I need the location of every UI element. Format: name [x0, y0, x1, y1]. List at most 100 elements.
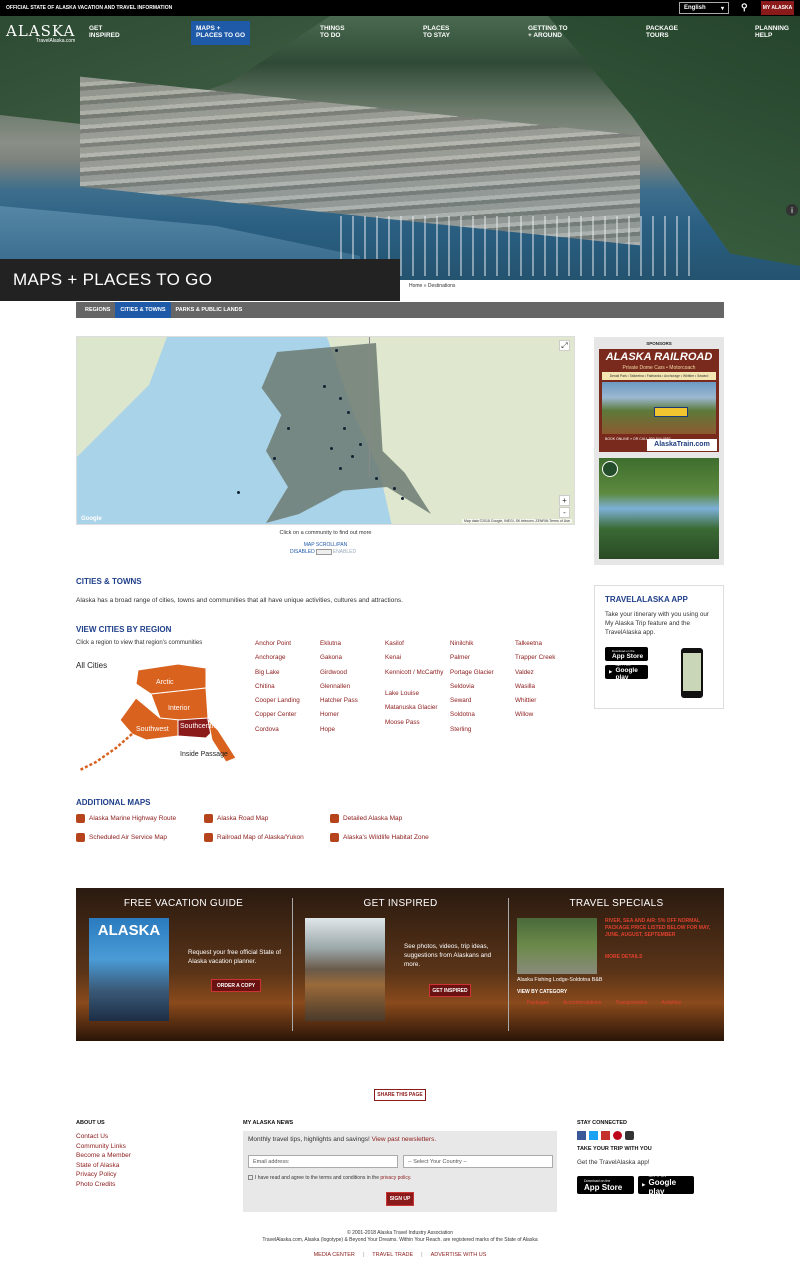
- map-marker[interactable]: [375, 477, 378, 480]
- footer-link[interactable]: Privacy Policy: [76, 1170, 131, 1180]
- instagram-icon[interactable]: [625, 1131, 634, 1140]
- city-link[interactable]: Kenai: [385, 654, 450, 668]
- tab-regions[interactable]: REGIONS: [80, 302, 115, 318]
- map-marker[interactable]: [237, 491, 240, 494]
- city-link[interactable]: Gakona: [320, 654, 385, 668]
- fullscreen-icon[interactable]: ⤢: [559, 340, 570, 351]
- breadcrumb-home[interactable]: Home: [409, 283, 422, 289]
- specials-deal[interactable]: RIVER, SEA AND AIR: 5% OFF NORMAL PACKAG…: [605, 918, 715, 939]
- footer-link[interactable]: Community Links: [76, 1142, 131, 1152]
- specials-photo[interactable]: [517, 918, 597, 974]
- city-link[interactable]: Willow: [515, 711, 580, 725]
- map-marker[interactable]: [343, 427, 346, 430]
- map-marker[interactable]: [339, 397, 342, 400]
- city-link[interactable]: Hope: [320, 726, 385, 740]
- my-alaska-button[interactable]: MY ALASKA: [761, 1, 794, 15]
- footer-link[interactable]: Photo Credits: [76, 1180, 131, 1190]
- wildlife-ad[interactable]: [599, 458, 719, 559]
- nav-getting-around[interactable]: GETTING TO + AROUND: [528, 25, 568, 39]
- advertise-link[interactable]: ADVERTISE WITH US: [431, 1252, 487, 1258]
- footer-google-play-badge[interactable]: ▶ GET IT ON Google play: [638, 1174, 694, 1196]
- city-link[interactable]: Kasilof: [385, 640, 450, 654]
- toggle-switch[interactable]: [315, 549, 332, 555]
- alaska-logo[interactable]: ALASKA TravelAlaska.com: [6, 22, 75, 44]
- search-icon[interactable]: ⚲: [741, 2, 748, 13]
- get-inspired-button[interactable]: GET INSPIRED: [429, 984, 471, 997]
- map-marker[interactable]: [323, 385, 326, 388]
- tab-parks-public-lands[interactable]: PARKS & PUBLIC LANDS: [171, 302, 248, 318]
- google-play-badge[interactable]: ▶ GET IT ON Google play: [605, 663, 648, 681]
- city-link[interactable]: Hatcher Pass: [320, 697, 385, 711]
- city-link[interactable]: Talkeetna: [515, 640, 580, 654]
- footer-link[interactable]: State of Alaska: [76, 1161, 131, 1171]
- nav-things-to-do[interactable]: THINGS TO DO: [320, 25, 345, 39]
- share-button[interactable]: SHARE THIS PAGE: [374, 1089, 426, 1101]
- map-marker[interactable]: [401, 497, 404, 500]
- footer-link[interactable]: Contact Us: [76, 1132, 131, 1142]
- tab-cities-towns[interactable]: CITIES & TOWNS: [115, 302, 171, 318]
- map-link-detailed[interactable]: Detailed Alaska Map: [330, 814, 402, 823]
- city-link[interactable]: Glennallen: [320, 683, 385, 697]
- alaska-railroad-ad[interactable]: ALASKA RAILROAD Private Dome Cars • Moto…: [599, 349, 719, 452]
- map-marker[interactable]: [351, 455, 354, 458]
- map-link-air-service[interactable]: Scheduled Air Service Map: [76, 833, 167, 842]
- signup-button[interactable]: SIGN UP: [386, 1192, 414, 1206]
- city-link[interactable]: Girdwood: [320, 669, 385, 683]
- city-link[interactable]: Sterling: [450, 726, 515, 740]
- info-icon[interactable]: i: [786, 204, 798, 216]
- map-marker[interactable]: [287, 427, 290, 430]
- city-link[interactable]: Soldotna: [450, 711, 515, 725]
- city-link[interactable]: Kennicott / McCarthy: [385, 669, 450, 691]
- city-link[interactable]: Cooper Landing: [255, 697, 320, 711]
- city-link[interactable]: Moose Pass: [385, 719, 450, 733]
- nav-get-inspired[interactable]: GET INSPIRED: [89, 25, 120, 39]
- region-map[interactable]: Arctic Interior Southwest Southcentral I…: [76, 658, 246, 778]
- city-link[interactable]: Cordova: [255, 726, 320, 740]
- city-link[interactable]: Anchorage: [255, 654, 320, 668]
- category-transportation[interactable]: Transportation: [615, 1000, 647, 1006]
- guide-cover[interactable]: ALASKA: [89, 918, 169, 1021]
- city-link[interactable]: Palmer: [450, 654, 515, 668]
- city-link[interactable]: Portage Glacier: [450, 669, 515, 683]
- twitter-icon[interactable]: [589, 1131, 598, 1140]
- category-accommodations[interactable]: Accommodations: [563, 1000, 601, 1006]
- map-marker[interactable]: [359, 443, 362, 446]
- app-store-badge[interactable]: Download on the App Store: [605, 647, 648, 661]
- footer-app-store-badge[interactable]: Download on the App Store: [577, 1176, 634, 1194]
- map-link-wildlife[interactable]: Alaska's Wildlife Habitat Zone: [330, 833, 429, 842]
- map-attribution[interactable]: Map data ©2018 Google, INEGI, SK telecom…: [461, 519, 572, 523]
- breadcrumb-current[interactable]: Destinations: [428, 283, 456, 289]
- city-link[interactable]: Trapper Creek: [515, 654, 580, 668]
- city-link[interactable]: Chitina: [255, 683, 320, 697]
- map-link-railroad[interactable]: Railroad Map of Alaska/Yukon: [204, 833, 304, 842]
- map-marker[interactable]: [393, 487, 396, 490]
- city-link[interactable]: Anchor Point: [255, 640, 320, 654]
- nav-planning-help[interactable]: PLANNING HELP: [755, 25, 789, 39]
- map-link-marine-highway[interactable]: Alaska Marine Highway Route: [76, 814, 176, 823]
- city-link[interactable]: Homer: [320, 711, 385, 725]
- city-link[interactable]: Copper Center: [255, 711, 320, 725]
- email-field[interactable]: Email address:: [248, 1155, 398, 1168]
- map-marker[interactable]: [330, 447, 333, 450]
- city-link[interactable]: Whittier: [515, 697, 580, 711]
- media-center-link[interactable]: MEDIA CENTER: [314, 1252, 355, 1258]
- zoom-out-button[interactable]: -: [559, 507, 570, 518]
- map-marker[interactable]: [273, 457, 276, 460]
- city-link[interactable]: Wasilla: [515, 683, 580, 697]
- city-link[interactable]: Seldovia: [450, 683, 515, 697]
- nav-package-tours[interactable]: PACKAGE TOURS: [646, 25, 678, 39]
- zoom-in-button[interactable]: +: [559, 495, 570, 506]
- youtube-icon[interactable]: [601, 1131, 610, 1140]
- nav-maps-places[interactable]: MAPS + PLACES TO GO: [191, 21, 250, 45]
- city-link[interactable]: Lake Louise: [385, 690, 450, 704]
- city-link[interactable]: Eklutna: [320, 640, 385, 654]
- order-copy-button[interactable]: ORDER A COPY: [211, 979, 261, 992]
- language-select[interactable]: English ▾: [679, 2, 729, 14]
- map-marker[interactable]: [347, 411, 350, 414]
- footer-link[interactable]: Become a Member: [76, 1151, 131, 1161]
- agree-checkbox[interactable]: [248, 1175, 253, 1181]
- inspired-photo[interactable]: [305, 918, 385, 1021]
- interactive-map[interactable]: ⤢ + - Google Map data ©2018 Google, INEG…: [76, 336, 575, 525]
- city-link[interactable]: Matanuska Glacier: [385, 704, 450, 718]
- category-activities[interactable]: Activities: [661, 1000, 681, 1006]
